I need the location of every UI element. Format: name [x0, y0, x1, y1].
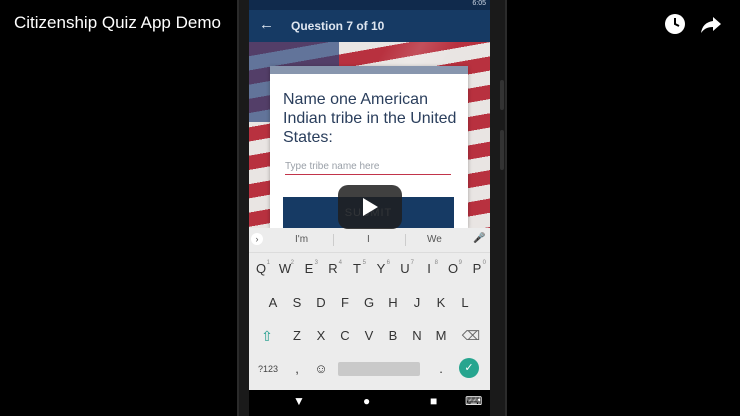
- key-m[interactable]: M: [430, 325, 452, 347]
- key-t[interactable]: T5: [346, 258, 368, 280]
- phone-volume-button: [500, 80, 504, 110]
- key-d[interactable]: D: [310, 292, 332, 314]
- key-v[interactable]: V: [358, 325, 380, 347]
- key-x[interactable]: X: [310, 325, 332, 347]
- suggestion-divider: [333, 234, 334, 246]
- key-h[interactable]: H: [382, 292, 404, 314]
- status-bar: 6:05: [249, 0, 490, 10]
- key-period[interactable]: .: [430, 358, 452, 380]
- nav-home-icon[interactable]: ●: [363, 394, 370, 408]
- video-play-button[interactable]: [338, 185, 402, 229]
- key-o[interactable]: O9: [442, 258, 464, 280]
- key-e[interactable]: E3: [298, 258, 320, 280]
- app-bar: ← Question 7 of 10: [249, 10, 490, 42]
- key-b[interactable]: B: [382, 325, 404, 347]
- key-g[interactable]: G: [358, 292, 380, 314]
- android-nav-bar: ▼ ● ■ ⌨: [249, 390, 490, 416]
- enter-check-icon[interactable]: ✓: [459, 358, 479, 378]
- status-time: 6:05: [472, 0, 486, 7]
- question-text: Name one American Indian tribe in the Un…: [283, 91, 457, 146]
- back-arrow-icon[interactable]: ←: [259, 16, 274, 33]
- key-s[interactable]: S: [286, 292, 308, 314]
- nav-recents-icon[interactable]: ■: [430, 394, 437, 408]
- suggestion-divider: [405, 234, 406, 246]
- suggestion-strip: › I'm I We 🎤: [249, 228, 490, 253]
- key-w[interactable]: W2: [274, 258, 296, 280]
- symbols-key[interactable]: ?123: [254, 358, 282, 380]
- question-counter: Question 7 of 10: [291, 19, 385, 33]
- key-row-1: Q1 W2 E3 R4 T5 Y6 U7 I8 O9 P0: [249, 258, 490, 280]
- key-q[interactable]: Q1: [250, 258, 272, 280]
- video-title[interactable]: Citizenship Quiz App Demo: [14, 13, 221, 33]
- key-row-3: ⇧ Z X C V B N M ⌫: [249, 325, 490, 347]
- key-r[interactable]: R4: [322, 258, 344, 280]
- key-row-2: A S D F G H J K L: [249, 292, 490, 314]
- key-f[interactable]: F: [334, 292, 356, 314]
- key-l[interactable]: L: [454, 292, 476, 314]
- answer-input[interactable]: [285, 158, 451, 175]
- suggestion-1[interactable]: I'm: [295, 234, 308, 245]
- backspace-icon[interactable]: ⌫: [460, 325, 482, 347]
- play-icon: [363, 198, 378, 216]
- key-comma[interactable]: ,: [286, 358, 308, 380]
- spacebar[interactable]: [338, 362, 420, 376]
- key-n[interactable]: N: [406, 325, 428, 347]
- key-z[interactable]: Z: [286, 325, 308, 347]
- share-icon[interactable]: [699, 12, 723, 36]
- key-p[interactable]: P0: [466, 258, 488, 280]
- nav-back-icon[interactable]: ▼: [293, 394, 305, 408]
- key-a[interactable]: A: [262, 292, 284, 314]
- key-i[interactable]: I8: [418, 258, 440, 280]
- suggestion-3[interactable]: We: [427, 234, 442, 245]
- card-top-stripe: [270, 66, 468, 74]
- emoji-icon[interactable]: ☺: [310, 358, 332, 380]
- suggestion-2[interactable]: I: [367, 234, 370, 245]
- key-row-4: ?123 , ☺ . ✓: [249, 358, 490, 380]
- watch-later-icon[interactable]: [663, 12, 687, 36]
- key-y[interactable]: Y6: [370, 258, 392, 280]
- key-k[interactable]: K: [430, 292, 452, 314]
- nav-keyboard-icon[interactable]: ⌨: [465, 394, 482, 408]
- key-u[interactable]: U7: [394, 258, 416, 280]
- key-j[interactable]: J: [406, 292, 428, 314]
- shift-icon[interactable]: ⇧: [256, 325, 278, 347]
- soft-keyboard: › I'm I We 🎤 Q1 W2 E3 R4 T5 Y6 U7 I8 O9 …: [249, 228, 490, 390]
- mic-icon[interactable]: 🎤: [473, 233, 485, 244]
- key-c[interactable]: C: [334, 325, 356, 347]
- phone-power-button: [500, 130, 504, 170]
- chevron-right-icon[interactable]: ›: [251, 233, 263, 245]
